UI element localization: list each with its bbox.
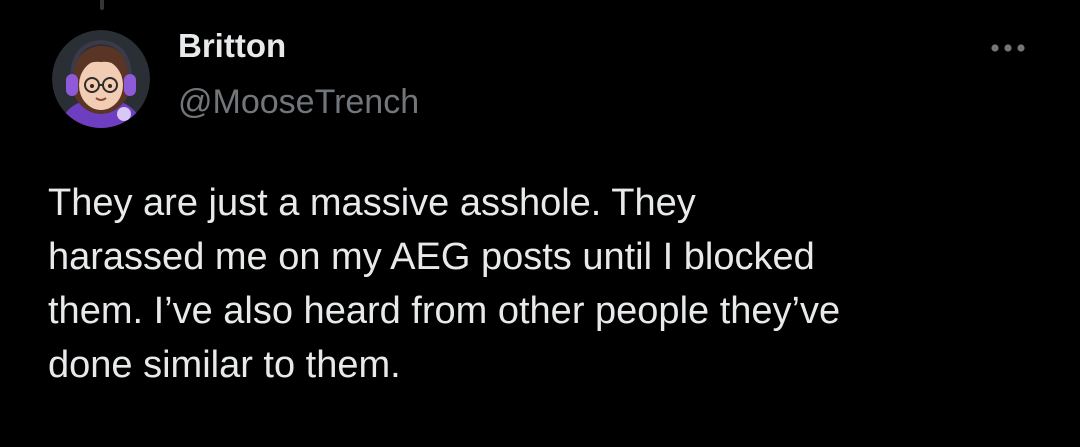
author-handle[interactable]: @MooseTrench [178,82,419,122]
avatar[interactable] [52,30,150,128]
more-options-button[interactable] [984,30,1032,66]
tweet-text-line: done similar to them. [48,344,401,386]
tweet-text-line: harassed me on my AEG posts until I bloc… [48,236,815,278]
tweet-text-line: They are just a massive asshole. They [48,182,696,224]
author-display-name[interactable]: Britton [178,26,286,66]
tweet[interactable]: Britton @MooseTrench They are just a mas… [0,0,1080,447]
tweet-text: They are just a massive asshole. They ha… [48,176,1048,392]
more-horizontal-icon [991,44,1025,52]
tweet-text-line: them. I’ve also heard from other people … [48,290,841,332]
avatar-illustration-icon [52,30,150,128]
